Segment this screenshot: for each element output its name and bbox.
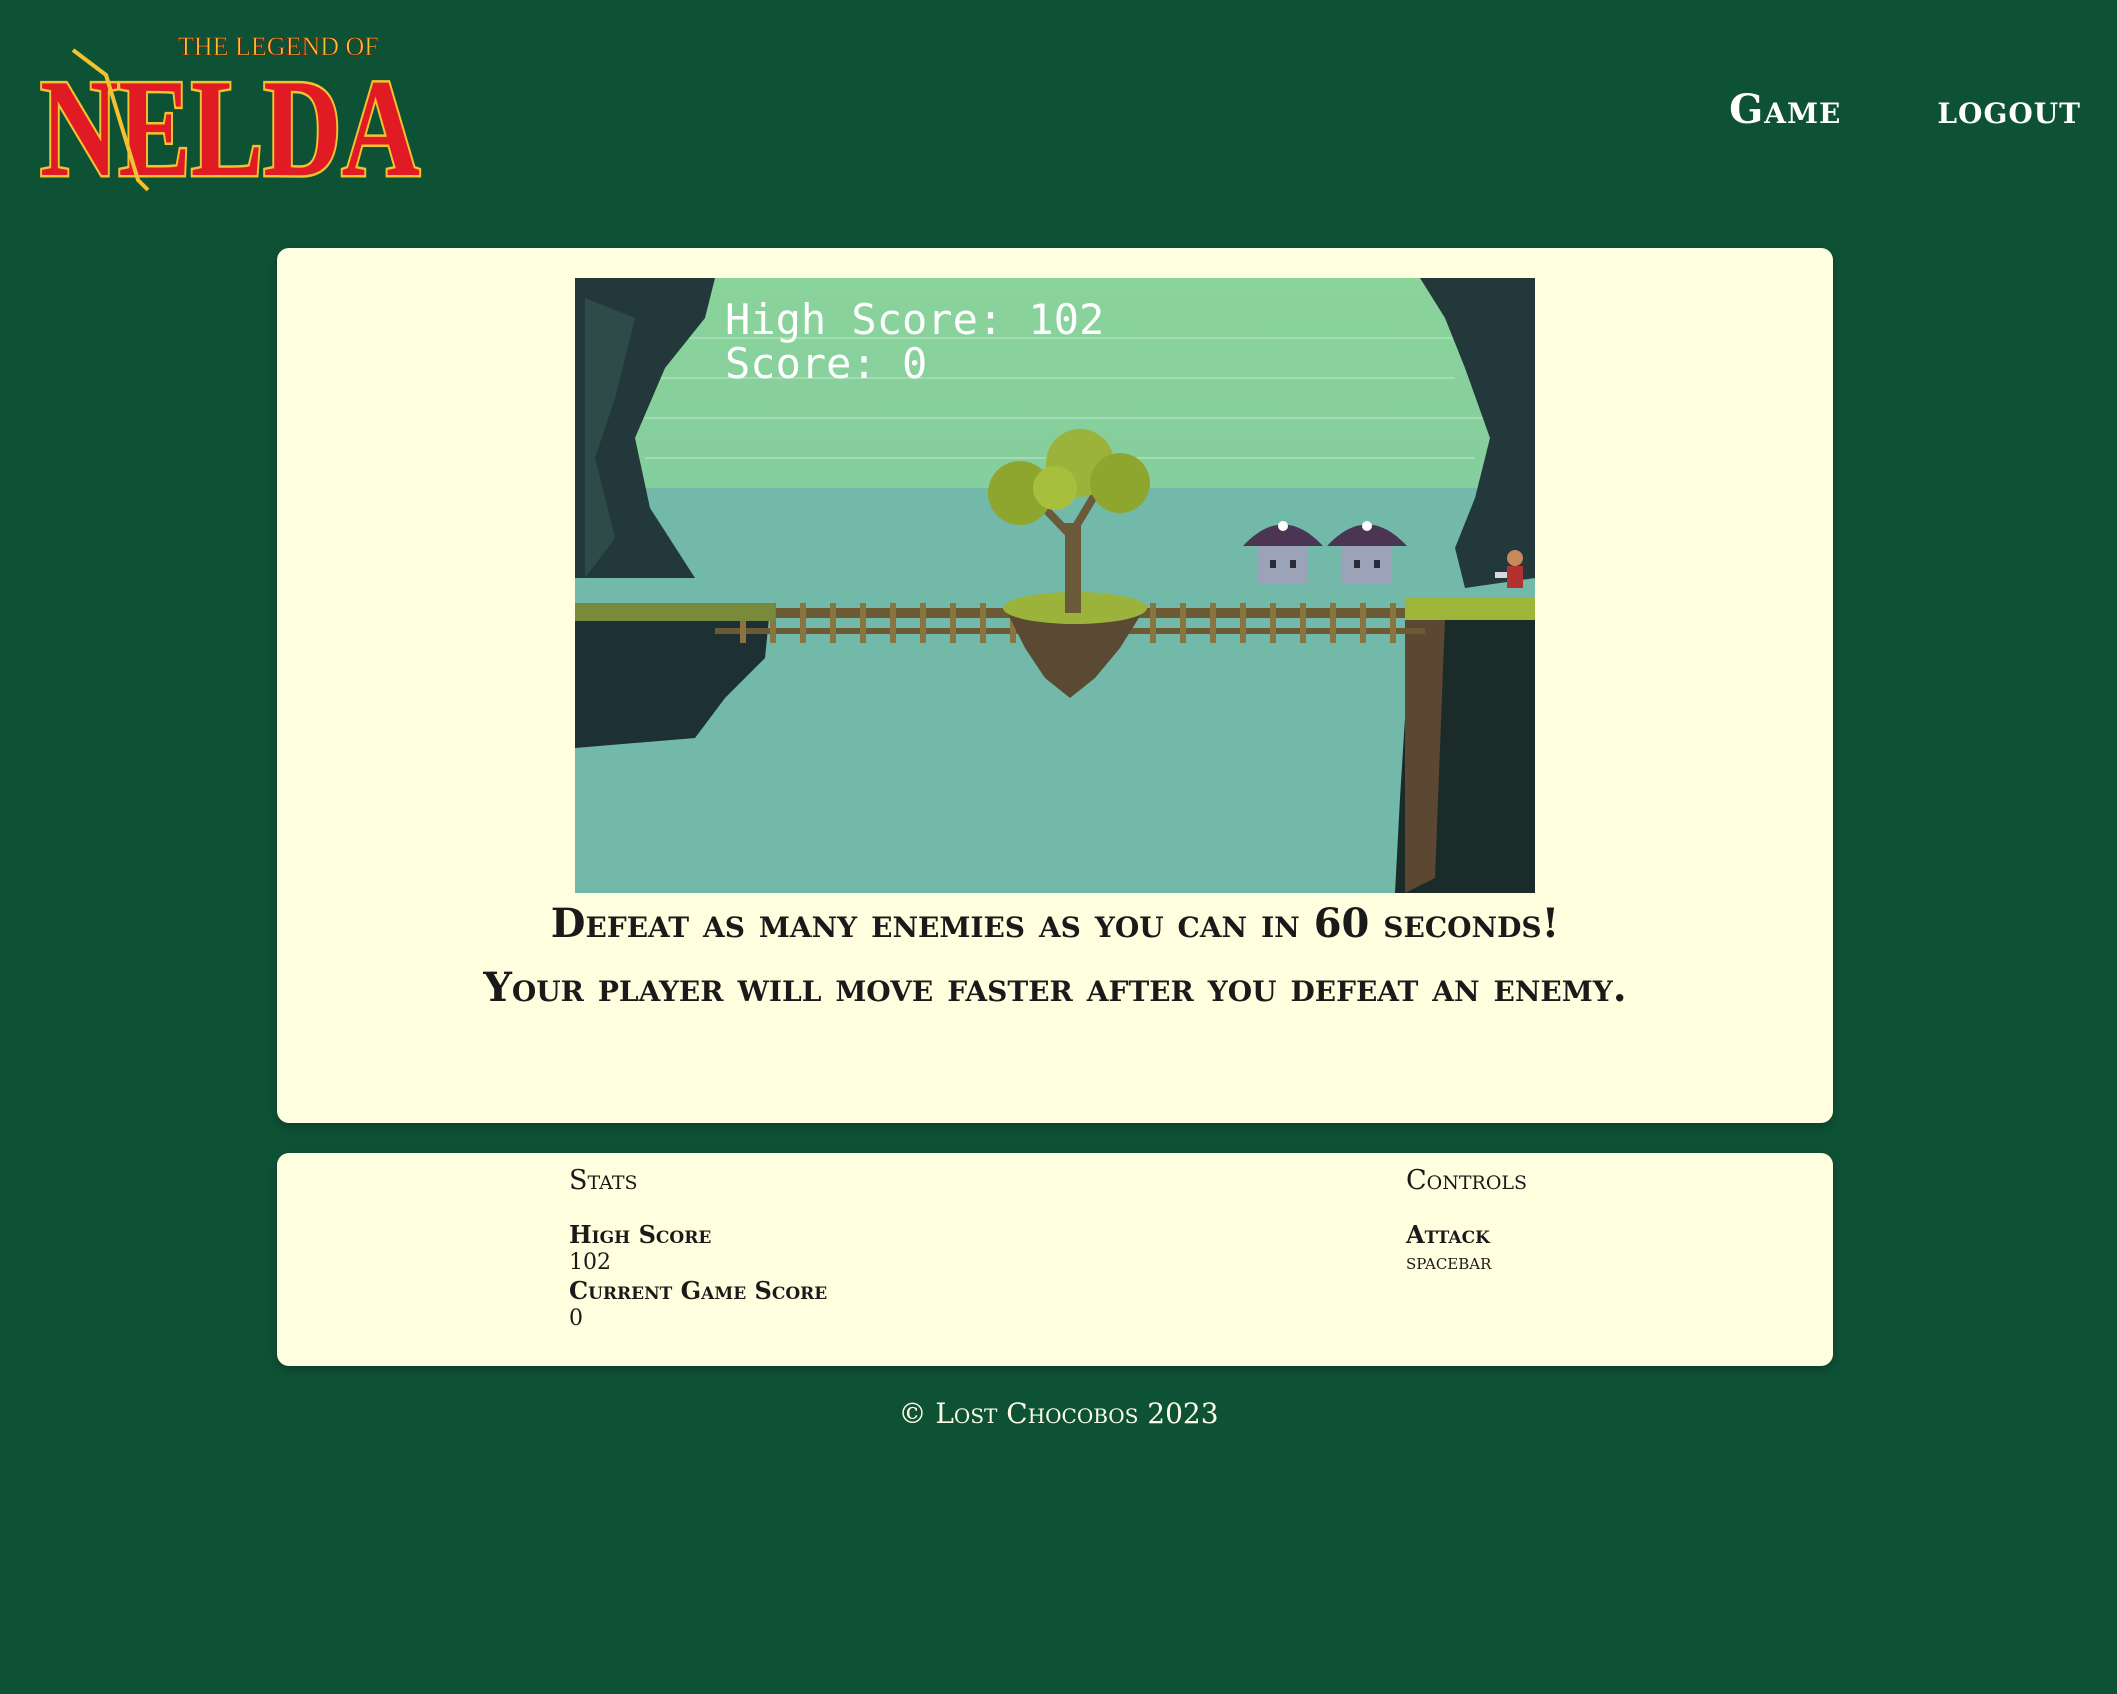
stats-column: Stats High Score 102 Current Game Score …: [569, 1165, 827, 1333]
attack-label: Attack: [1406, 1220, 1490, 1249]
nav-game-link[interactable]: Game: [1729, 86, 1841, 133]
controls-heading: Controls: [1406, 1165, 1528, 1196]
footer-copyright: © Lost Chocobos 2023: [898, 1397, 1219, 1430]
high-score-label: High Score: [569, 1220, 712, 1249]
site-header: THE LEGEND OF NELDA Game logout: [0, 0, 2117, 220]
attack-key: spacebar: [1406, 1250, 1492, 1275]
game-card: High Score: 102 Score: 0 Defeat as many e…: [277, 248, 1833, 1123]
main-nav: Game logout: [1729, 86, 2081, 133]
current-score-label: Current Game Score: [569, 1276, 828, 1305]
high-score-value: 102: [569, 1250, 611, 1275]
logo-title: NELDA: [40, 51, 420, 200]
nav-logout-link[interactable]: logout: [1937, 86, 2081, 133]
game-hud: High Score: 102 Score: 0: [725, 298, 1104, 386]
instruction-line-2: Your player will move faster after you d…: [483, 964, 1627, 1011]
nelda-logo[interactable]: THE LEGEND OF NELDA: [28, 30, 438, 200]
hud-high-score: High Score: 102: [725, 295, 1105, 344]
stats-heading: Stats: [569, 1165, 638, 1196]
controls-column: Controls Attack spacebar: [1406, 1165, 1527, 1277]
instruction-line-1: Defeat as many enemies as you can in 60 …: [550, 900, 1560, 947]
hud-score: Score: 0: [725, 339, 928, 388]
game-canvas[interactable]: High Score: 102 Score: 0: [575, 278, 1535, 893]
current-score-value: 0: [569, 1306, 583, 1331]
stats-card: Stats High Score 102 Current Game Score …: [277, 1153, 1833, 1366]
